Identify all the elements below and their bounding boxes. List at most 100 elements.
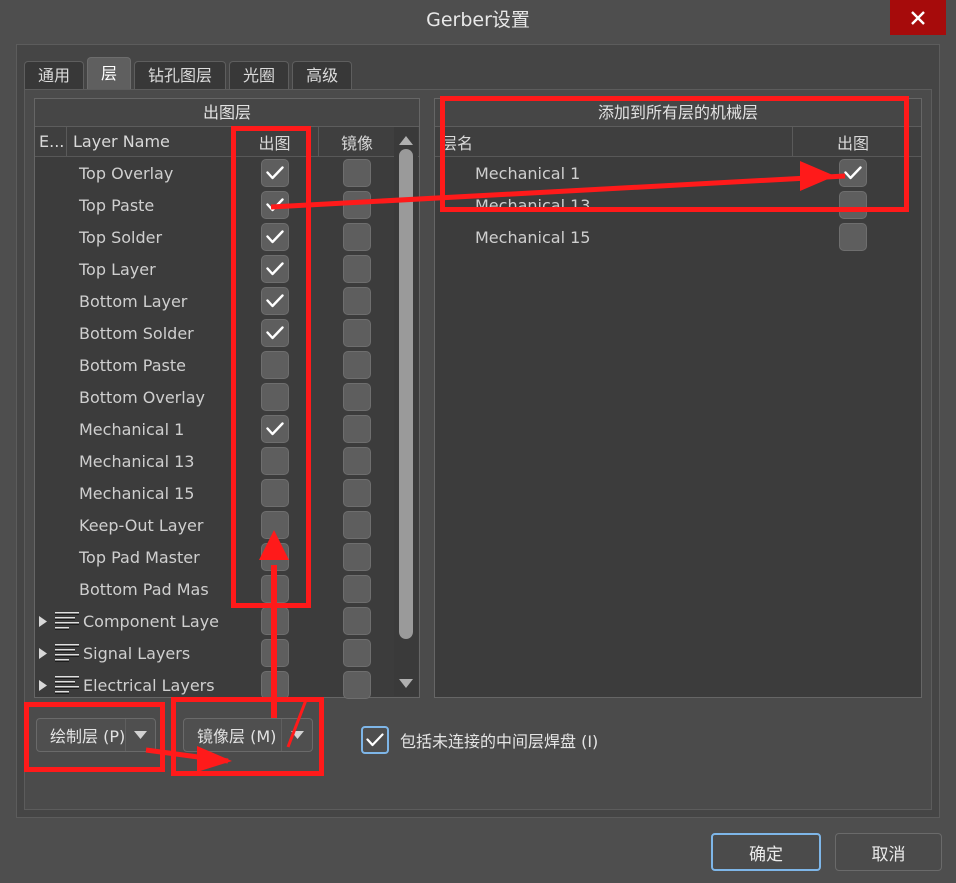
chevron-right-icon[interactable] [35,679,51,691]
mirror-checkbox[interactable] [343,575,371,603]
ok-button[interactable]: 确定 [711,833,821,871]
chevron-right-icon[interactable] [35,647,51,659]
plot-checkbox[interactable] [261,639,289,667]
mirror-cell [319,575,395,603]
tab-advanced[interactable]: 高级 [292,61,353,90]
plot-checkbox[interactable] [261,191,289,219]
layer-name-label: Signal Layers [83,643,191,663]
plot-checkbox[interactable] [261,543,289,571]
table-row[interactable]: Top Layer [35,253,419,285]
layer-name-label: Bottom Pad Mas [79,579,209,599]
mirror-checkbox[interactable] [343,255,371,283]
scroll-down-icon[interactable] [394,674,418,692]
mirror-checkbox[interactable] [343,671,371,699]
plot-checkbox[interactable] [261,575,289,603]
table-row[interactable]: Signal Layers [35,637,419,669]
layer-name-cell: Top Solder [35,228,231,247]
plot-cell [231,191,319,219]
plot-checkbox[interactable] [261,319,289,347]
mirror-cell [319,287,395,315]
chevron-right-icon[interactable] [35,615,51,627]
table-row[interactable]: Keep-Out Layer [35,509,419,541]
table-row[interactable]: Mechanical 1 [435,157,921,189]
table-row[interactable]: Bottom Paste [35,349,419,381]
close-icon [908,8,928,28]
table-row[interactable]: Top Overlay [35,157,419,189]
table-row[interactable]: Mechanical 13 [435,189,921,221]
mechanical-layers-column-header: 层名 出图 [435,127,921,157]
plot-checkbox[interactable] [839,223,867,251]
plot-layers-rows: Top Overlay Top Paste Top Solder Top Layer B… [35,157,419,701]
plot-layers-dropdown[interactable]: 绘制层 (P) [36,718,156,752]
plot-checkbox[interactable] [261,383,289,411]
cancel-button[interactable]: 取消 [835,833,942,871]
table-row[interactable]: Mechanical 1 [35,413,419,445]
plot-checkbox[interactable] [839,159,867,187]
mirror-checkbox[interactable] [343,415,371,443]
mirror-checkbox[interactable] [343,543,371,571]
layer-name-cell: Mechanical 13 [435,196,793,215]
table-row[interactable]: Electrical Layers [35,669,419,701]
layer-name-label: Mechanical 13 [79,451,195,471]
mirror-checkbox[interactable] [343,479,371,507]
table-row[interactable]: Bottom Solder [35,317,419,349]
plot-checkbox[interactable] [261,223,289,251]
table-row[interactable]: Component Laye [35,605,419,637]
mirror-checkbox[interactable] [343,511,371,539]
mirror-layers-dropdown[interactable]: 镜像层 (M) [183,718,313,752]
layer-name-label: Top Overlay [79,163,174,183]
plot-cell [231,543,319,571]
mirror-checkbox[interactable] [343,191,371,219]
table-row[interactable]: Mechanical 15 [35,477,419,509]
plot-checkbox[interactable] [261,415,289,443]
table-row[interactable]: Bottom Pad Mas [35,573,419,605]
mirror-checkbox[interactable] [343,319,371,347]
table-row[interactable]: Mechanical 15 [435,221,921,253]
mirror-checkbox[interactable] [343,287,371,315]
close-button[interactable] [890,0,946,35]
table-row[interactable]: Top Solder [35,221,419,253]
plot-checkbox[interactable] [839,191,867,219]
column-header-layer-name: 层名 [435,127,793,156]
plot-checkbox[interactable] [261,351,289,379]
table-row[interactable]: Bottom Layer [35,285,419,317]
plot-cell [231,447,319,475]
plot-layers-scrollbar[interactable] [394,127,418,696]
plot-checkbox[interactable] [261,479,289,507]
table-row[interactable]: Top Paste [35,189,419,221]
table-row[interactable]: Mechanical 13 [35,445,419,477]
plot-checkbox[interactable] [261,447,289,475]
plot-checkbox[interactable] [261,159,289,187]
column-header-mirror: 镜像 [340,133,373,153]
table-row[interactable]: Bottom Overlay [35,381,419,413]
layer-name-cell: Mechanical 1 [35,420,231,439]
mirror-checkbox[interactable] [343,447,371,475]
mechanical-layers-panel-title: 添加到所有层的机械层 [435,99,921,127]
mirror-checkbox[interactable] [343,639,371,667]
plot-checkbox[interactable] [261,255,289,283]
mirror-layers-dropdown-label: 镜像层 (M) [197,727,277,746]
mirror-cell [319,671,395,699]
mirror-cell [319,319,395,347]
include-unconnected-option[interactable]: 包括未连接的中间层焊盘 (I) [361,726,598,754]
mirror-checkbox[interactable] [343,383,371,411]
mirror-checkbox[interactable] [343,159,371,187]
scroll-up-icon[interactable] [394,131,418,149]
layer-name-cell: Mechanical 15 [35,484,231,503]
mirror-checkbox[interactable] [343,351,371,379]
table-row[interactable]: Top Pad Master [35,541,419,573]
plot-checkbox[interactable] [261,671,289,699]
plot-checkbox[interactable] [261,511,289,539]
include-unconnected-checkbox[interactable] [361,726,389,754]
tab-apertures[interactable]: 光圈 [229,61,290,90]
plot-cell [231,255,319,283]
mirror-cell [319,351,395,379]
mirror-checkbox[interactable] [343,223,371,251]
mirror-checkbox[interactable] [343,607,371,635]
tab-layers[interactable]: 层 [87,57,132,90]
tab-drill[interactable]: 钻孔图层 [134,61,227,90]
plot-checkbox[interactable] [261,607,289,635]
plot-checkbox[interactable] [261,287,289,315]
scrollbar-thumb[interactable] [399,149,413,639]
tab-general[interactable]: 通用 [24,61,85,90]
